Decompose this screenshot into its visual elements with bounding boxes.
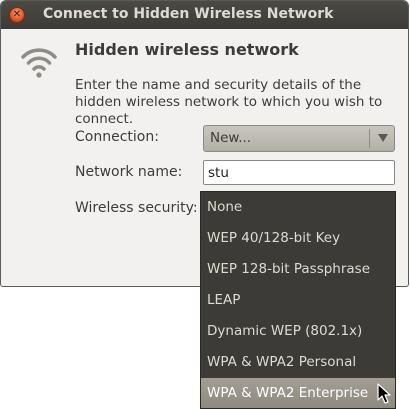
page-title: Hidden wireless network — [75, 40, 299, 59]
combo-separator — [369, 129, 370, 148]
connection-label: Connection: — [75, 129, 159, 145]
menu-item-wep-40-128-key[interactable]: WEP 40/128-bit Key — [201, 223, 395, 254]
menu-item-dynamic-wep[interactable]: Dynamic WEP (802.1x) — [201, 316, 395, 347]
menu-item-wpa-personal[interactable]: WPA & WPA2 Personal — [201, 347, 395, 378]
menu-item-wpa-enterprise[interactable]: WPA & WPA2 Enterprise — [201, 378, 395, 408]
menu-item-leap[interactable]: LEAP — [201, 285, 395, 316]
mouse-pointer-icon — [377, 383, 391, 404]
close-icon[interactable]: ✕ — [9, 7, 25, 23]
description-text: Enter the name and security details of t… — [75, 77, 383, 127]
connection-value: New... — [210, 130, 252, 146]
wifi-icon — [21, 48, 57, 78]
chevron-down-icon — [378, 134, 388, 142]
menu-item-wep-128-passphrase[interactable]: WEP 128-bit Passphrase — [201, 254, 395, 285]
window-title: Connect to Hidden Wireless Network — [43, 6, 334, 22]
titlebar[interactable]: ✕ Connect to Hidden Wireless Network — [1, 1, 408, 29]
network-name-label: Network name: — [75, 164, 183, 180]
wireless-security-menu[interactable]: None WEP 40/128-bit Key WEP 128-bit Pass… — [200, 191, 396, 409]
menu-item-none[interactable]: None — [201, 192, 395, 223]
connection-combo[interactable]: New... — [203, 125, 395, 152]
wireless-security-label: Wireless security: — [75, 200, 198, 216]
network-name-input[interactable] — [203, 160, 395, 185]
